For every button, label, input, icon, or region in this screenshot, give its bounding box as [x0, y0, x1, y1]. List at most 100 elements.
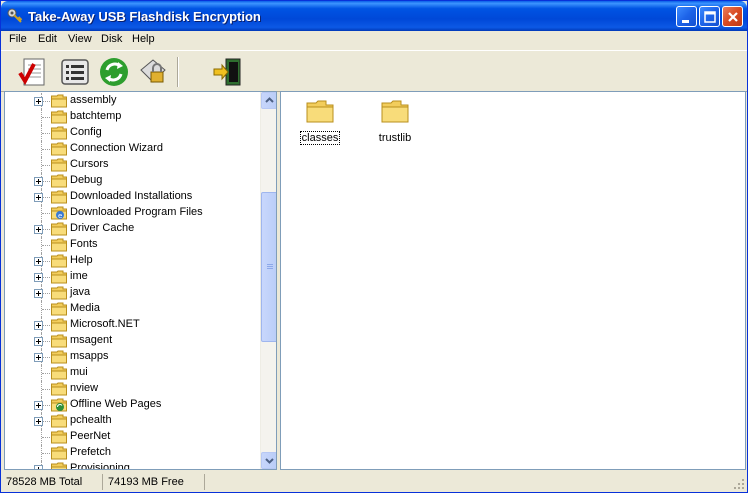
tree-item[interactable]: PeerNet	[5, 429, 261, 445]
tree-item[interactable]: nview	[5, 381, 261, 397]
resize-grip-icon[interactable]	[733, 478, 745, 490]
encrypt-button[interactable]	[137, 56, 169, 88]
folder-icon	[51, 446, 67, 460]
details-list-icon	[61, 59, 89, 85]
tree-guide-line	[42, 277, 50, 278]
tree-item[interactable]: assembly	[5, 93, 261, 109]
folder-icon	[51, 238, 67, 252]
tree-item[interactable]: Cursors	[5, 157, 261, 173]
tree-item[interactable]: java	[5, 285, 261, 301]
close-button[interactable]	[722, 6, 743, 27]
svg-text:e: e	[58, 212, 62, 220]
tree-guide-line	[42, 149, 50, 150]
tree-item-label: batchtemp	[70, 110, 122, 122]
status-bar: 78528 MB Total 74193 MB Free	[1, 472, 747, 492]
scroll-up-button[interactable]	[261, 92, 276, 109]
minimize-button[interactable]	[676, 6, 697, 27]
folder-tree[interactable]: assembly batchtemp Config Connection Wizard…	[4, 91, 277, 470]
expand-icon[interactable]	[34, 417, 43, 426]
expand-icon[interactable]	[34, 177, 43, 186]
expand-icon[interactable]	[34, 97, 43, 106]
menu-help[interactable]: Help	[132, 33, 155, 45]
tree-item-label: ime	[70, 270, 88, 282]
details-list-button[interactable]	[59, 56, 91, 88]
tree-item[interactable]: Debug	[5, 173, 261, 189]
tree-item-label: Downloaded Program Files	[70, 206, 203, 218]
tree-item-label: Microsoft.NET	[70, 318, 140, 330]
tree-item[interactable]: Fonts	[5, 237, 261, 253]
folder-icon	[51, 350, 67, 364]
tree-item[interactable]: pchealth	[5, 413, 261, 429]
tree-item-label: PeerNet	[70, 430, 111, 442]
tree-item[interactable]: Config	[5, 125, 261, 141]
folder-icon	[51, 94, 67, 108]
file-item[interactable]: classes	[295, 98, 345, 150]
tree-guide-line	[42, 469, 50, 470]
folder-icon	[51, 366, 67, 380]
tree-item-label: assembly	[70, 94, 117, 106]
title-bar[interactable]: Take-Away USB Flashdisk Encryption	[1, 1, 747, 31]
menu-disk[interactable]: Disk	[101, 33, 122, 45]
offline-folder-icon	[51, 398, 67, 412]
tree-item[interactable]: e Downloaded Program Files	[5, 205, 261, 221]
expand-icon[interactable]	[34, 193, 43, 202]
folder-icon	[51, 270, 67, 284]
expand-icon[interactable]	[34, 257, 43, 266]
expand-icon[interactable]	[34, 289, 43, 298]
folder-icon	[51, 174, 67, 188]
expand-icon[interactable]	[34, 401, 43, 410]
scroll-thumb[interactable]	[261, 192, 276, 342]
tree-item[interactable]: Help	[5, 253, 261, 269]
tree-scrollbar[interactable]	[260, 92, 276, 469]
tree-item[interactable]: Driver Cache	[5, 221, 261, 237]
close-icon	[728, 12, 738, 22]
tree-item[interactable]: batchtemp	[5, 109, 261, 125]
tree-item[interactable]: mui	[5, 365, 261, 381]
expand-icon[interactable]	[34, 353, 43, 362]
menu-bar: File Edit View Disk Help	[1, 31, 747, 49]
expand-icon[interactable]	[34, 337, 43, 346]
checklist-icon	[18, 58, 45, 86]
tree-item[interactable]: msapps	[5, 349, 261, 365]
checklist-button[interactable]	[17, 56, 49, 88]
tree-item[interactable]: msagent	[5, 333, 261, 349]
file-list[interactable]: classes trustlib	[280, 91, 746, 470]
file-item-label: trustlib	[378, 132, 412, 144]
scroll-down-button[interactable]	[261, 452, 276, 469]
tree-item[interactable]: Offline Web Pages	[5, 397, 261, 413]
tree-item-label: Provisioning	[70, 462, 130, 470]
tree-guide-line	[42, 405, 50, 406]
tree-guide-line	[42, 357, 50, 358]
tree-item[interactable]: Connection Wizard	[5, 141, 261, 157]
tree-guide-line	[42, 165, 50, 166]
tree-item[interactable]: Media	[5, 301, 261, 317]
refresh-button[interactable]	[98, 56, 130, 88]
tree-item-label: Config	[70, 126, 102, 138]
tree-item[interactable]: Downloaded Installations	[5, 189, 261, 205]
expand-icon[interactable]	[34, 465, 43, 469]
tree-item[interactable]: Prefetch	[5, 445, 261, 461]
expand-icon[interactable]	[34, 225, 43, 234]
tree-item[interactable]: Microsoft.NET	[5, 317, 261, 333]
tree-item[interactable]: ime	[5, 269, 261, 285]
expand-icon[interactable]	[34, 321, 43, 330]
maximize-button[interactable]	[699, 6, 720, 27]
tree-item[interactable]: Provisioning	[5, 461, 261, 470]
exit-button[interactable]	[212, 56, 244, 88]
expand-icon[interactable]	[34, 273, 43, 282]
exit-door-icon	[213, 58, 241, 86]
file-item[interactable]: trustlib	[370, 98, 420, 150]
toolbar	[1, 50, 747, 92]
maximize-icon	[704, 11, 716, 23]
tree-item-label: nview	[70, 382, 99, 394]
file-item-label: classes	[299, 131, 341, 145]
status-total: 78528 MB Total	[3, 474, 103, 490]
menu-view[interactable]: View	[68, 33, 92, 45]
menu-edit[interactable]: Edit	[38, 33, 57, 45]
toolbar-separator	[177, 57, 179, 87]
menu-file[interactable]: File	[9, 33, 27, 45]
folder-icon	[306, 100, 334, 123]
folder-icon	[51, 318, 67, 332]
folder-icon	[51, 302, 67, 316]
tree-guide-line	[42, 117, 50, 118]
